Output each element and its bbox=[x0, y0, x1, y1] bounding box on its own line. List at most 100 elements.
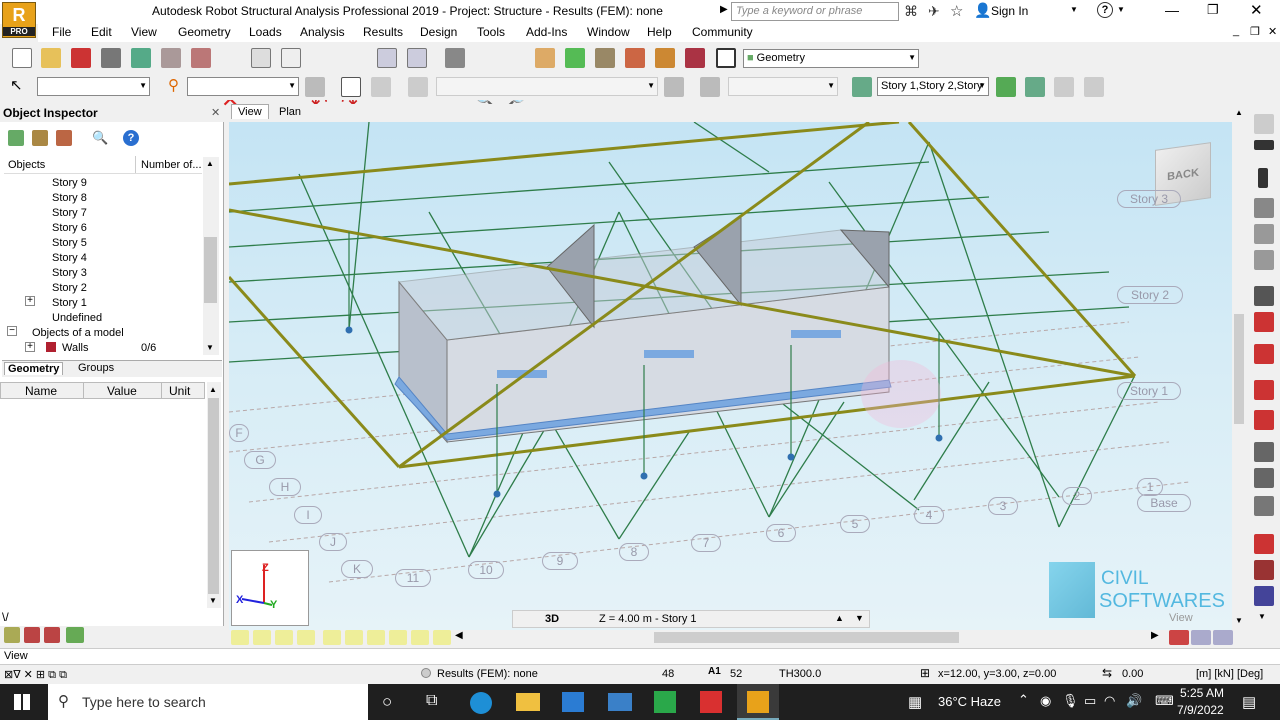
hourglass-icon[interactable] bbox=[56, 130, 72, 146]
section-icon[interactable] bbox=[1254, 312, 1274, 332]
clock-time[interactable]: 5:25 AM bbox=[1180, 686, 1224, 700]
frame-icon[interactable] bbox=[664, 77, 684, 97]
screen-capture-icon[interactable] bbox=[161, 48, 181, 68]
menu-design[interactable]: Design bbox=[420, 25, 457, 39]
design-tools-icon[interactable] bbox=[685, 48, 705, 68]
wifi-icon[interactable]: ◠ bbox=[1104, 693, 1115, 709]
menu-geometry[interactable]: Geometry bbox=[178, 25, 231, 39]
view-close-icon[interactable] bbox=[1169, 630, 1189, 645]
home-view-icon[interactable] bbox=[341, 77, 361, 97]
view-mode[interactable]: 3D bbox=[545, 613, 559, 625]
close-inspector-icon[interactable]: ✕ bbox=[211, 106, 220, 119]
minimize-button[interactable]: — bbox=[1165, 2, 1179, 18]
view-tool-4-icon[interactable] bbox=[297, 630, 315, 645]
units[interactable]: [m] [kN] [Deg] bbox=[1196, 668, 1263, 680]
save-icon[interactable] bbox=[71, 48, 91, 68]
cases-icon[interactable]: ⚲ bbox=[168, 76, 179, 94]
taskbar-search[interactable]: ⚲ Type here to search bbox=[48, 684, 368, 720]
menu-analysis[interactable]: Analysis bbox=[300, 25, 345, 39]
print-preview-icon[interactable] bbox=[131, 48, 151, 68]
column-icon[interactable] bbox=[1258, 168, 1268, 188]
panel-splitter-icon[interactable]: \/ bbox=[2, 610, 9, 624]
tree-story-1[interactable]: Story 1 bbox=[52, 297, 87, 309]
view-tool-8-icon[interactable] bbox=[389, 630, 407, 645]
tree-scrollbar-thumb[interactable] bbox=[204, 237, 217, 303]
case-combo[interactable]: ▼ bbox=[187, 77, 299, 96]
3d-viewport[interactable]: BACK Story 3 Story 2 Story 1 Base F G H … bbox=[229, 122, 1232, 630]
copy-icon[interactable] bbox=[251, 48, 271, 68]
find-icon[interactable]: 🔍 bbox=[92, 130, 108, 146]
analysis-icon[interactable] bbox=[655, 48, 675, 68]
tree-walls[interactable]: Walls bbox=[62, 342, 88, 354]
cortana-icon[interactable]: ○ bbox=[382, 692, 392, 712]
properties-scrollbar-thumb[interactable] bbox=[208, 398, 219, 594]
tab-view[interactable]: View bbox=[231, 104, 269, 119]
properties-scrollbar[interactable]: ▲ ▼ bbox=[207, 382, 221, 608]
help-dropdown-icon[interactable]: ▼ bbox=[1117, 5, 1125, 14]
bars-icon[interactable] bbox=[1254, 140, 1274, 150]
exchange-icon[interactable]: ✈ bbox=[928, 3, 940, 20]
hscroll-thumb[interactable] bbox=[654, 632, 959, 643]
viewport-vscroll[interactable]: ▲ ▼ bbox=[1232, 104, 1246, 630]
tree-scrollbar[interactable]: ▲ ▼ bbox=[203, 157, 219, 355]
app-logo[interactable]: R PRO bbox=[2, 2, 36, 38]
keyboard-icon[interactable]: ⌨ bbox=[1155, 693, 1174, 709]
notifications-icon[interactable]: ▤ bbox=[1242, 693, 1256, 711]
diagrams-icon[interactable] bbox=[1254, 560, 1274, 580]
view-tool-2-icon[interactable] bbox=[253, 630, 271, 645]
tables-icon[interactable] bbox=[377, 48, 397, 68]
loads-icon[interactable] bbox=[1254, 442, 1274, 462]
open-file-icon[interactable] bbox=[41, 48, 61, 68]
print-icon[interactable] bbox=[101, 48, 121, 68]
search-input[interactable]: Type a keyword or phrase bbox=[731, 2, 899, 21]
weather-text[interactable]: 36°C Haze bbox=[938, 694, 1001, 709]
layout-combo[interactable]: ■ Geometry ▼ bbox=[743, 49, 919, 68]
col-name[interactable]: Name bbox=[25, 384, 57, 398]
col-number[interactable]: Number of... bbox=[141, 159, 202, 171]
binoculars-icon[interactable]: ⌘ bbox=[904, 3, 918, 20]
tree-story-5[interactable]: Story 5 bbox=[52, 237, 87, 249]
menu-edit[interactable]: Edit bbox=[91, 25, 112, 39]
windows-start-icon[interactable] bbox=[14, 694, 30, 710]
network-icon[interactable]: ▭ bbox=[1084, 693, 1096, 709]
clock-date[interactable]: 7/9/2022 bbox=[1177, 703, 1224, 717]
help-icon[interactable]: ? bbox=[1097, 2, 1113, 18]
delete-objects-icon[interactable] bbox=[44, 627, 60, 643]
offsets-icon[interactable] bbox=[1254, 410, 1274, 430]
disabled-combo[interactable]: ▼ bbox=[728, 77, 838, 96]
layout-selection-icon[interactable] bbox=[716, 48, 736, 68]
inspector-help-icon[interactable]: ? bbox=[123, 130, 139, 146]
section-view-icon[interactable] bbox=[371, 77, 391, 97]
menu-community[interactable]: Community bbox=[692, 25, 753, 39]
pan-icon[interactable] bbox=[535, 48, 555, 68]
release-icon[interactable] bbox=[1254, 380, 1274, 400]
collapse-objects-icon[interactable]: − bbox=[7, 326, 17, 336]
wall-tool-icon[interactable] bbox=[1254, 250, 1274, 270]
favorites-star-icon[interactable]: ☆ bbox=[950, 2, 963, 20]
view-tool-10-icon[interactable] bbox=[433, 630, 451, 645]
story-manager-icon[interactable] bbox=[996, 77, 1016, 97]
col-objects[interactable]: Objects bbox=[8, 159, 45, 171]
level-up-icon[interactable]: ▲ bbox=[835, 613, 844, 623]
view-tool-7-icon[interactable] bbox=[367, 630, 385, 645]
tray-app-icon[interactable]: ◉ bbox=[1040, 693, 1051, 709]
story-filter-icon[interactable] bbox=[852, 77, 872, 97]
restore-button[interactable]: ❐ bbox=[1207, 2, 1219, 18]
view-selector-label[interactable]: View bbox=[4, 650, 28, 662]
panel-icon[interactable] bbox=[1254, 286, 1274, 306]
close-button[interactable]: ✕ bbox=[1250, 1, 1263, 19]
story-combo[interactable]: Story 1,Story 2,Story ▼ bbox=[877, 77, 989, 96]
camera-icon[interactable] bbox=[191, 48, 211, 68]
menu-addins[interactable]: Add-Ins bbox=[526, 25, 567, 39]
mdi-close-button[interactable]: ✕ bbox=[1268, 25, 1277, 38]
menu-tools[interactable]: Tools bbox=[477, 25, 505, 39]
view-tool-9-icon[interactable] bbox=[411, 630, 429, 645]
mdi-minimize-button[interactable]: _ bbox=[1233, 25, 1239, 37]
expand-walls-icon[interactable]: + bbox=[25, 342, 35, 352]
hscroll-left-icon[interactable]: ◀ bbox=[455, 630, 463, 641]
view-split-icon[interactable] bbox=[1213, 630, 1233, 645]
volume-icon[interactable]: 🔊 bbox=[1126, 693, 1142, 709]
hscroll-right-icon[interactable]: ▶ bbox=[1151, 630, 1159, 641]
expand-story-1-icon[interactable]: + bbox=[25, 296, 35, 306]
view-tool-6-icon[interactable] bbox=[345, 630, 363, 645]
